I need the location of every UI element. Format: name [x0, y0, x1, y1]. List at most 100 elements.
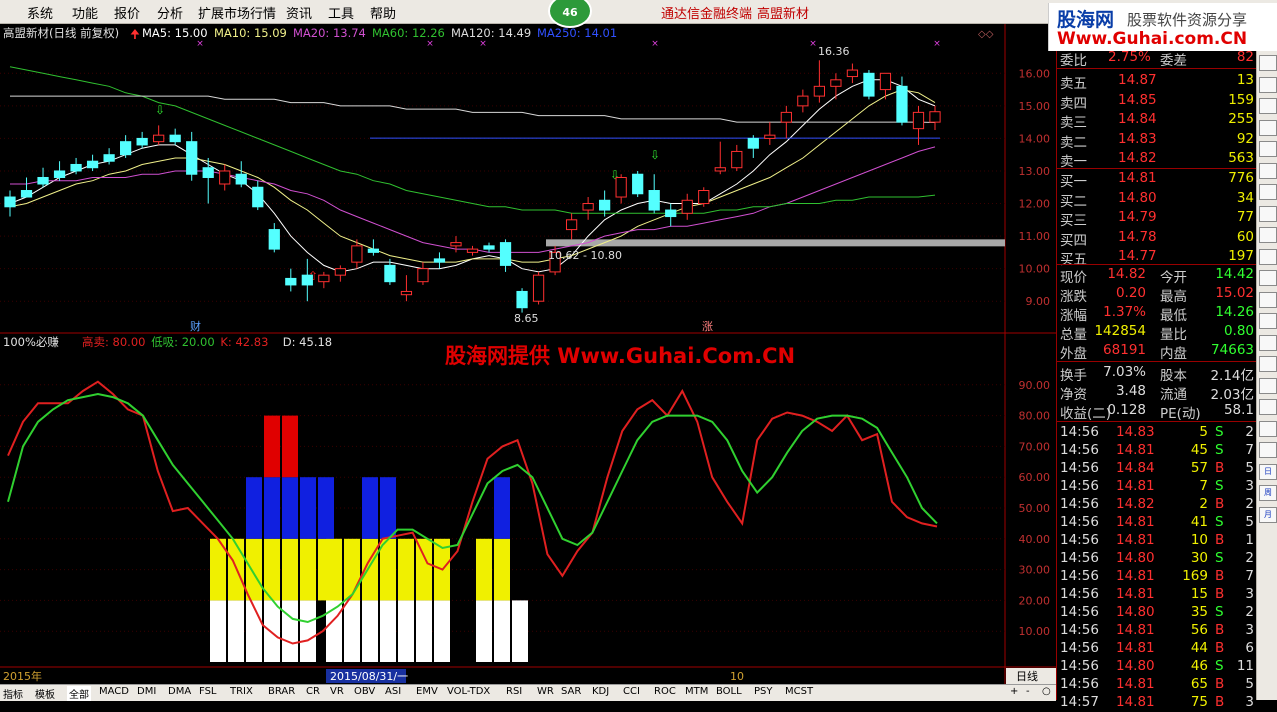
candle[interactable] — [219, 164, 231, 191]
candle[interactable] — [565, 213, 578, 240]
tick-row[interactable]: 14:56 14.81 41 S 5 — [1060, 514, 1254, 532]
candle[interactable] — [764, 122, 776, 145]
menu-analysis[interactable]: 分析 — [157, 3, 183, 22]
menu-extended-market[interactable]: 扩展市场行情 — [198, 3, 276, 22]
tick-row[interactable]: 14:56 14.81 65 B 5 — [1060, 676, 1254, 694]
candle[interactable] — [582, 197, 594, 220]
candle[interactable] — [169, 128, 181, 145]
stat-row[interactable]: 现价 14.82 今开 14.42 — [1060, 266, 1254, 286]
candle[interactable] — [252, 180, 264, 211]
tick-row[interactable]: 14:57 14.81 75 B 3 — [1060, 694, 1254, 712]
sell-level-row[interactable]: 卖二 14.83 92 — [1060, 131, 1254, 151]
menu-function[interactable]: 功能 — [72, 3, 98, 22]
candle[interactable] — [483, 242, 495, 253]
candle[interactable] — [268, 223, 280, 253]
tick-row[interactable]: 14:56 14.84 57 B 5 — [1060, 460, 1254, 478]
stat2-row[interactable]: 净资 3.48 流通 2.03亿 — [1060, 383, 1254, 403]
menu-tools[interactable]: 工具 — [328, 3, 354, 22]
candle[interactable] — [912, 105, 925, 145]
candle[interactable] — [450, 236, 462, 253]
tab-cr[interactable]: CR — [306, 686, 320, 697]
tool-button-19[interactable]: 日 — [1259, 463, 1277, 480]
tab-sar[interactable]: SAR — [561, 686, 581, 697]
finance-marker[interactable]: 财 — [190, 319, 201, 333]
tool-button-17[interactable] — [1259, 420, 1277, 437]
candle[interactable] — [813, 60, 825, 103]
candle[interactable] — [53, 161, 66, 181]
buy-level-row[interactable]: 买三 14.79 77 — [1060, 209, 1254, 229]
candle[interactable] — [433, 252, 446, 269]
tab-asi[interactable]: ASI — [385, 686, 401, 697]
sell-level-row[interactable]: 卖五 14.87 13 — [1060, 72, 1254, 92]
candle[interactable] — [400, 275, 413, 302]
candle[interactable] — [417, 262, 429, 285]
candle[interactable] — [37, 167, 49, 188]
candle[interactable] — [863, 70, 875, 100]
tab-control-1[interactable]: - — [1026, 686, 1030, 697]
candle[interactable] — [70, 157, 82, 175]
stat2-row[interactable]: 收益(二) 0.128 PE(动) 58.1 — [1060, 402, 1254, 422]
tool-button-1[interactable] — [1259, 76, 1277, 93]
candle[interactable] — [466, 245, 479, 256]
buy-level-row[interactable]: 买四 14.78 60 — [1060, 229, 1254, 249]
tool-button-9[interactable] — [1259, 248, 1277, 265]
tick-row[interactable]: 14:56 14.81 45 S 7 — [1060, 442, 1254, 460]
tool-button-18[interactable] — [1259, 442, 1277, 458]
candle[interactable] — [301, 258, 313, 302]
candle[interactable] — [830, 73, 842, 100]
candle[interactable] — [318, 271, 330, 289]
tool-button-15[interactable] — [1259, 377, 1277, 394]
candle[interactable] — [615, 174, 627, 204]
stat-row[interactable]: 总量 142854 量比 0.80 — [1060, 323, 1254, 343]
candle[interactable] — [20, 177, 33, 198]
candle[interactable] — [929, 105, 941, 130]
candle[interactable] — [698, 187, 710, 207]
sell-level-row[interactable]: 卖四 14.85 159 — [1060, 92, 1254, 112]
candle[interactable] — [797, 89, 809, 113]
tab-macd[interactable]: MACD — [99, 686, 129, 697]
sell-level-row[interactable]: 卖一 14.82 563 — [1060, 150, 1254, 170]
stat-row[interactable]: 涨跌 0.20 最高 15.02 — [1060, 285, 1254, 305]
tab-mtm[interactable]: MTM — [685, 686, 708, 697]
candle[interactable] — [86, 154, 99, 171]
candle[interactable] — [714, 141, 726, 175]
tab-wr[interactable]: WR — [537, 686, 554, 697]
candle[interactable] — [780, 105, 792, 139]
tick-row[interactable]: 14:56 14.80 46 S 11 — [1060, 658, 1254, 676]
tool-button-12[interactable] — [1259, 313, 1277, 329]
candle[interactable] — [516, 288, 528, 313]
tool-button-10[interactable] — [1259, 270, 1277, 286]
tick-row[interactable]: 14:56 14.81 15 B 3 — [1060, 586, 1254, 604]
tool-button-21[interactable]: 月 — [1259, 506, 1277, 523]
tab-mcst[interactable]: MCST — [785, 686, 813, 697]
candle[interactable] — [747, 135, 759, 158]
tab-rsi[interactable]: RSI — [506, 686, 522, 697]
tick-row[interactable]: 14:56 14.81 56 B 3 — [1060, 622, 1254, 640]
tab-emv[interactable]: EMV — [416, 686, 438, 697]
candle[interactable] — [665, 203, 677, 227]
menu-quote[interactable]: 报价 — [114, 3, 140, 22]
tick-row[interactable]: 14:56 14.81 44 B 6 — [1060, 640, 1254, 658]
candle[interactable] — [202, 157, 214, 204]
candle[interactable] — [235, 161, 247, 188]
tab-obv[interactable]: OBV — [354, 686, 375, 697]
tick-row[interactable]: 14:56 14.81 10 B 1 — [1060, 532, 1254, 550]
tool-button-6[interactable] — [1259, 184, 1277, 200]
tab-kdj[interactable]: KDJ — [592, 686, 609, 697]
candle[interactable] — [136, 131, 148, 149]
candle[interactable] — [499, 239, 512, 272]
stat2-row[interactable]: 换手 7.03% 股本 2.14亿 — [1060, 364, 1254, 384]
tick-row[interactable]: 14:56 14.81 7 S 3 — [1060, 478, 1254, 496]
tab-brar[interactable]: BRAR — [268, 686, 295, 697]
tab-vr[interactable]: VR — [330, 686, 344, 697]
tool-button-0[interactable] — [1259, 55, 1277, 71]
promo-stock-name[interactable]: 高盟新材 — [757, 3, 809, 22]
candle[interactable] — [120, 135, 132, 158]
menu-news[interactable]: 资讯 — [286, 3, 312, 22]
tab-fsl[interactable]: FSL — [199, 686, 217, 697]
tick-row[interactable]: 14:56 14.82 2 B 2 — [1060, 496, 1254, 514]
tab-template[interactable]: 模板 — [35, 686, 55, 701]
tab-dma[interactable]: DMA — [168, 686, 191, 697]
stat-row[interactable]: 外盘 68191 内盘 74663 — [1060, 342, 1254, 362]
tick-row[interactable]: 14:56 14.83 5 S 2 — [1060, 424, 1254, 442]
